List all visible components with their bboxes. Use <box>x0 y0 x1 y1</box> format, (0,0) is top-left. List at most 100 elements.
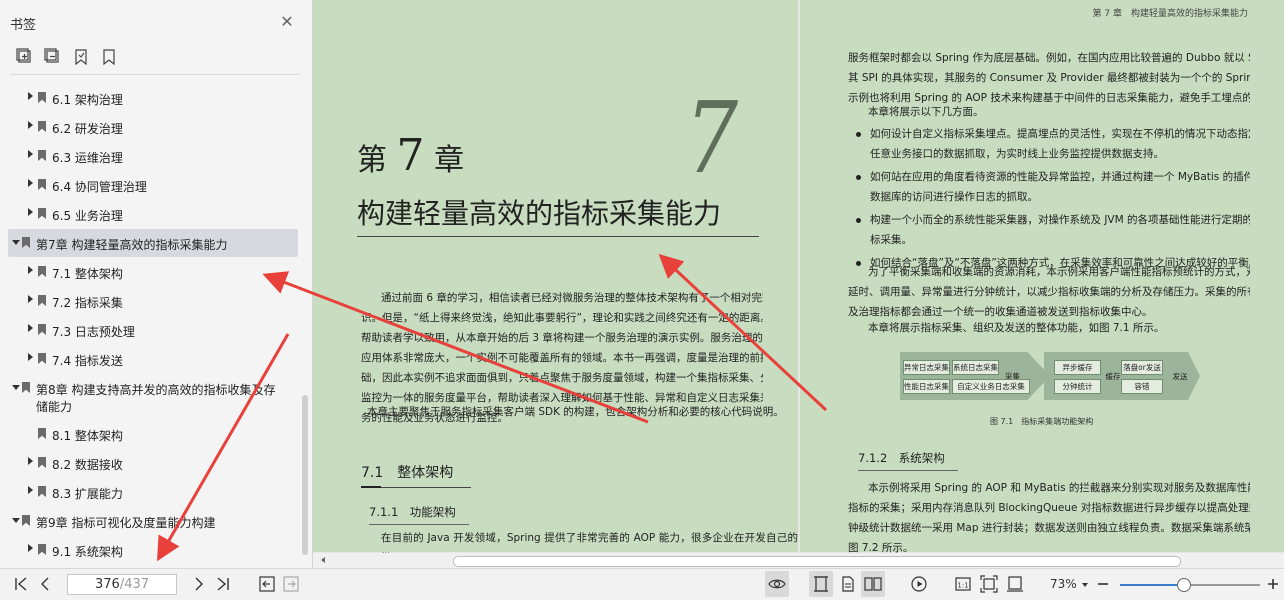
figure-box: 异步缓存 <box>1054 360 1101 375</box>
zoom-in-icon[interactable] <box>1264 575 1282 593</box>
chevron-down-icon[interactable] <box>12 385 20 390</box>
chevron-right-icon[interactable] <box>28 353 33 361</box>
zoom-slider-knob[interactable] <box>1177 578 1191 592</box>
last-page-icon[interactable] <box>214 575 232 593</box>
sidebar-title: 书签 <box>10 18 37 33</box>
subsection-title: 系统架构 <box>898 451 945 465</box>
chevron-right-icon[interactable] <box>28 295 33 303</box>
chevron-right-icon[interactable] <box>28 208 33 216</box>
eye-icon[interactable] <box>768 575 786 593</box>
text-line: 为了平衡采集端和收集端的资源消耗，本示例采用客户端性能指标预统计的方式，对调用 <box>868 266 1250 278</box>
bullet-dot <box>856 132 861 137</box>
play-icon[interactable] <box>910 575 928 593</box>
first-page-icon[interactable] <box>12 575 30 593</box>
chapter-label-post: 章 <box>434 143 465 178</box>
total-pages: /437 <box>119 577 150 592</box>
current-page: 376 <box>94 577 120 592</box>
sidebar-item[interactable]: 8.2 数据接收 <box>8 449 298 477</box>
document-view[interactable]: 7 第 7 章 构建轻量高效的指标采集能力 通过前面 6 章的学习，相信读者已经… <box>313 0 1284 568</box>
sidebar-item[interactable]: 8.1 整体架构 <box>8 420 298 448</box>
bullet-text: 如何设计自定义指标采集埋点。提高埋点的灵活性，实现在不停机的情况下动态指定对 <box>870 128 1250 140</box>
bookmark-icon <box>38 179 46 190</box>
sidebar-item-label: 第7章 构建轻量高效的指标采集能力 <box>36 238 228 252</box>
chevron-right-icon[interactable] <box>28 324 33 332</box>
remove-bookmark-icon[interactable] <box>44 48 62 66</box>
chevron-right-icon[interactable] <box>28 486 33 494</box>
sidebar-item[interactable]: 7.3 日志预处理 <box>8 316 298 344</box>
subsection-heading-7-1-1: 7.1.1 功能架构 <box>369 504 469 525</box>
text-line: 服务框架时都会以 Spring 作为底层基础。例如，在国内应用比较普遍的 Dub… <box>848 52 1250 64</box>
chevron-right-icon[interactable] <box>28 179 33 187</box>
sidebar-item[interactable]: 6.4 协同管理治理 <box>8 171 298 199</box>
sidebar-item[interactable]: 7.1 整体架构 <box>8 258 298 286</box>
single-page-icon[interactable] <box>812 575 830 593</box>
text-line: 识。但是，“纸上得来终觉浅，绝知此事要躬行”，理论和实践之间终究还有一定的距离。… <box>361 312 763 324</box>
svg-text:1:1: 1:1 <box>957 582 968 590</box>
sidebar-scrollbar[interactable] <box>302 395 308 555</box>
next-page-icon[interactable] <box>190 575 208 593</box>
sidebar-item[interactable]: 6.5 业务治理 <box>8 200 298 228</box>
bullet-text: 数据库的访问进行操作日志的抓取。 <box>870 191 1038 203</box>
bookmark-icon <box>38 208 46 219</box>
fit-page-icon[interactable] <box>980 575 998 593</box>
bookmark-icon <box>38 324 46 335</box>
sidebar-item[interactable]: 6.2 研发治理 <box>8 113 298 141</box>
text-line: 指标的采集；采用内存消息队列 BlockingQueue 对指标数据进行异步缓存… <box>848 502 1250 514</box>
sidebar-item[interactable]: 第9章 指标可视化及度量能力构建 <box>8 507 298 535</box>
bookmark-icon <box>38 428 46 439</box>
figure-box: 落盘or发送 <box>1121 360 1163 375</box>
chapter-label: 第 7 章 <box>357 130 464 181</box>
forward-icon[interactable] <box>282 575 300 593</box>
chevron-right-icon[interactable] <box>28 457 33 465</box>
chapter-big-number: 7 <box>685 82 739 196</box>
sidebar-item[interactable]: 7.2 指标采集 <box>8 287 298 315</box>
chevron-right-icon[interactable] <box>28 92 33 100</box>
zoom-level: 73% <box>1050 577 1077 591</box>
sidebar-item[interactable]: 第8章 构建支持高并发的高效的指标收集及存 储能力 <box>8 374 298 420</box>
figure-caption: 图 7.1 指标采集端功能架构 <box>990 417 1094 426</box>
fit-width-icon[interactable] <box>1006 575 1024 593</box>
sidebar-item[interactable]: 7.4 指标发送 <box>8 345 298 373</box>
chevron-right-icon[interactable] <box>28 150 33 158</box>
subsection-number: 7.1.2 <box>858 451 888 465</box>
subsection-title: 功能架构 <box>409 505 456 519</box>
subsection-heading-7-1-2: 7.1.2 系统架构 <box>858 450 958 471</box>
page-number-input[interactable]: 376/437 <box>67 574 177 595</box>
back-icon[interactable] <box>258 575 276 593</box>
chevron-right-icon[interactable] <box>28 266 33 274</box>
bookmark-icon <box>38 150 46 161</box>
prev-page-icon[interactable] <box>36 575 54 593</box>
figure-7-1: 采集 缓存 发送 异常日志采集 系统日志采集 性能日志采集 自定义业务日志采集 异步缓存 分钟统… <box>900 352 1200 402</box>
sidebar-item[interactable]: 8.3 扩展能力 <box>8 478 298 506</box>
chevron-down-icon[interactable] <box>12 240 20 245</box>
continuous-icon[interactable] <box>839 575 857 593</box>
add-bookmark-icon[interactable] <box>16 48 34 66</box>
chevron-down-icon[interactable] <box>12 518 20 523</box>
bookmark-flag-icon[interactable] <box>72 48 90 66</box>
close-icon[interactable]: ✕ <box>279 14 295 30</box>
zoom-out-icon[interactable] <box>1094 575 1112 593</box>
chevron-right-icon[interactable] <box>28 121 33 129</box>
bookmark-icon[interactable] <box>100 48 118 66</box>
text-line: 础，因此本实例不追求面面俱到，只着点聚焦于服务度量领域，构建一个集指标采集、分析… <box>361 372 763 384</box>
sidebar-item-label: 第8章 构建支持高并发的高效的指标收集及存 <box>36 383 276 397</box>
chapter-title: 构建轻量高效的指标采集能力 <box>357 197 722 230</box>
sidebar-item[interactable]: 第7章 构建轻量高效的指标采集能力 <box>8 229 298 257</box>
scroll-left-icon[interactable] <box>321 557 325 563</box>
bookmark-tree: 6.1 架构治理 6.2 研发治理 6.3 运维治理 6.4 协同管理治理 6.5 业务… <box>0 82 302 568</box>
figure-arrow-label: 发送 <box>1172 371 1188 381</box>
zoom-dropdown[interactable]: 73% <box>1050 577 1088 591</box>
sidebar-item[interactable]: 6.3 运维治理 <box>8 142 298 170</box>
chevron-right-icon[interactable] <box>28 544 33 552</box>
horizontal-scrollbar[interactable] <box>313 553 1284 568</box>
two-page-icon[interactable] <box>864 575 882 593</box>
actual-size-icon[interactable]: 1:1 <box>954 575 972 593</box>
section-title: 整体架构 <box>397 465 454 481</box>
text-line: 应用体系非常庞大，一个实例不可能覆盖所有的领域。本书一再强调，度量是治理的前提和… <box>361 352 763 364</box>
sidebar-item[interactable]: 6.1 架构治理 <box>8 84 298 112</box>
sidebar-item-label: 6.2 研发治理 <box>52 122 123 136</box>
bullet-text: 任意业务接口的数据抓取，为实时线上业务监控提供数据支持。 <box>870 148 1164 160</box>
text-line: 其 SPI 的具体实现，其服务的 Consumer 及 Provider 最终都… <box>848 72 1250 84</box>
scrollbar-thumb[interactable] <box>453 556 1181 567</box>
sidebar-item[interactable]: 9.1 系统架构 <box>8 536 298 564</box>
